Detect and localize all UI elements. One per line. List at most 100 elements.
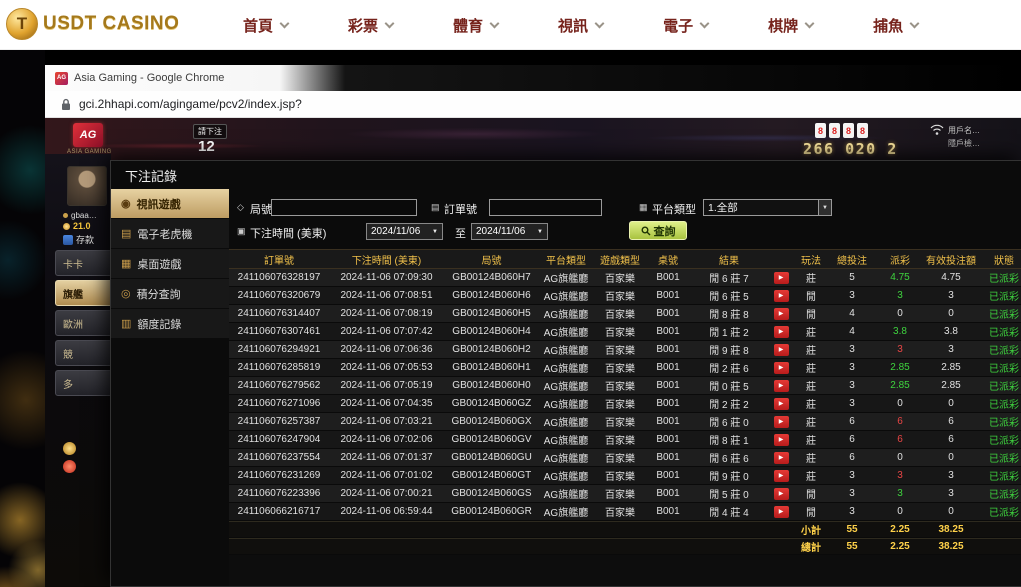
date-to-picker[interactable]: 2024/11/06 ▼	[471, 223, 548, 240]
cell-bet: 6	[829, 449, 875, 466]
cell-payout: 3.8	[875, 323, 925, 340]
browser-addressbar[interactable]: gci.2hhapi.com/agingame/pcv2/index.jsp?	[45, 91, 1021, 118]
table-row: 2411060762949212024-11-06 07:06:36GB0012…	[229, 341, 1021, 359]
cell-order: 241106076223396	[229, 485, 329, 502]
nav-item[interactable]: 電子	[663, 15, 708, 36]
cell-round: GB00124B060H1	[444, 359, 539, 376]
cell-game: 百家樂	[593, 305, 647, 322]
replay-button[interactable]: ▶	[774, 506, 789, 518]
to-label: 至	[455, 225, 466, 241]
replay-button[interactable]: ▶	[774, 416, 789, 428]
table-row: 2411060762573872024-11-06 07:03:21GB0012…	[229, 413, 1021, 431]
cell-status: 已派彩	[977, 467, 1021, 484]
nav-item[interactable]: 首頁	[243, 15, 288, 36]
lobby-menu-item[interactable]: 多	[55, 370, 113, 396]
browser-title: Asia Gaming - Google Chrome	[74, 72, 224, 84]
cell-game: 百家樂	[593, 323, 647, 340]
cell-bet: 3	[829, 377, 875, 394]
round-input[interactable]	[271, 199, 417, 216]
lobby-menu-item[interactable]: 競	[55, 340, 113, 366]
replay-button[interactable]: ▶	[774, 344, 789, 356]
deposit-label: 存款	[76, 233, 94, 246]
cell-payout: 3	[875, 485, 925, 502]
cell-bet: 3	[829, 287, 875, 304]
cell-table: B001	[647, 269, 689, 286]
replay-button[interactable]: ▶	[774, 362, 789, 374]
cell-game: 百家樂	[593, 341, 647, 358]
nav-item[interactable]: 視訊	[558, 15, 603, 36]
cell-result: 閒 8 莊 8	[689, 305, 769, 322]
cell-status: 已派彩	[977, 359, 1021, 376]
header-order: 訂單號	[229, 250, 329, 268]
lobby-menu-item[interactable]: 旗艦	[55, 280, 113, 306]
nav-item[interactable]: 彩票	[348, 15, 393, 36]
replay-button[interactable]: ▶	[774, 434, 789, 446]
round-label: 局號	[250, 201, 272, 217]
replay-button[interactable]: ▶	[774, 488, 789, 500]
cell-status: 已派彩	[977, 485, 1021, 502]
cell-time: 2024-11-06 07:08:19	[329, 305, 444, 322]
round-icon: ◇	[237, 202, 244, 213]
cell-round: GB00124B060H4	[444, 323, 539, 340]
nav-item-label: 彩票	[348, 15, 378, 36]
nav-item[interactable]: 棋牌	[768, 15, 813, 36]
total-time	[329, 539, 444, 554]
bet-prompt-label: 請下注	[193, 124, 227, 139]
nav-item[interactable]: 捕魚	[873, 15, 918, 36]
replay-button[interactable]: ▶	[774, 398, 789, 410]
total-payout: 2.25	[875, 539, 925, 554]
chevron-down-icon	[910, 18, 920, 28]
deposit-button[interactable]: 存款	[63, 233, 94, 246]
cell-play: ▶	[769, 431, 793, 448]
cell-time: 2024-11-06 07:01:37	[329, 449, 444, 466]
cell-round: GB00124B060GT	[444, 467, 539, 484]
replay-button[interactable]: ▶	[774, 326, 789, 338]
table-row: 2411060763074612024-11-06 07:07:42GB0012…	[229, 323, 1021, 341]
chevron-down-icon	[700, 18, 710, 28]
lobby-menu-item[interactable]: 卡卡	[55, 250, 113, 276]
cell-valid: 0	[925, 305, 977, 322]
cell-side: 閒	[793, 503, 829, 520]
lobby-menu-item[interactable]: 歐洲	[55, 310, 113, 336]
cell-valid: 3	[925, 341, 977, 358]
platform-select[interactable]: 1.全部 ▼	[703, 199, 832, 216]
replay-button[interactable]: ▶	[774, 380, 789, 392]
replay-button[interactable]: ▶	[774, 470, 789, 482]
bet-time-icon: ▣	[237, 226, 246, 237]
cell-result: 閒 6 莊 0	[689, 413, 769, 430]
replay-button[interactable]: ▶	[774, 308, 789, 320]
cell-side: 莊	[793, 467, 829, 484]
replay-button[interactable]: ▶	[774, 272, 789, 284]
replay-button[interactable]: ▶	[774, 290, 789, 302]
panel-icon[interactable]	[63, 460, 76, 473]
panel-icon[interactable]	[63, 442, 76, 455]
header-play	[769, 250, 793, 268]
chevron-down-icon	[490, 18, 500, 28]
replay-button[interactable]: ▶	[774, 452, 789, 464]
site-logo[interactable]: T USDT CASINO	[6, 8, 179, 40]
avatar[interactable]	[67, 166, 107, 206]
search-button[interactable]: 查詢	[629, 221, 687, 240]
cell-game: 百家樂	[593, 359, 647, 376]
browser-titlebar[interactable]: AG Asia Gaming - Google Chrome	[45, 65, 1021, 91]
cell-platform: AG旗艦廳	[539, 467, 593, 484]
cell-order: 241106076314407	[229, 305, 329, 322]
cell-result: 閒 0 莊 5	[689, 377, 769, 394]
cell-platform: AG旗艦廳	[539, 449, 593, 466]
total-row: 總計552.2538.25	[229, 538, 1021, 555]
cell-side: 莊	[793, 431, 829, 448]
header-side: 玩法	[793, 250, 829, 268]
order-icon: ▤	[431, 202, 440, 213]
header-result: 結果	[689, 250, 769, 268]
cell-payout: 6	[875, 413, 925, 430]
date-from-picker[interactable]: 2024/11/06 ▼	[366, 223, 443, 240]
records-table: 訂單號下注時間 (美東)局號平台類型遊戲類型桌號結果玩法總投注派彩有效投注額狀態…	[229, 249, 1021, 586]
cell-valid: 6	[925, 413, 977, 430]
cell-platform: AG旗艦廳	[539, 503, 593, 520]
cell-round: GB00124B060H5	[444, 305, 539, 322]
nav-item[interactable]: 體育	[453, 15, 498, 36]
order-input[interactable]	[489, 199, 602, 216]
subtotal-time	[329, 522, 444, 537]
cell-time: 2024-11-06 07:04:35	[329, 395, 444, 412]
cell-bet: 3	[829, 359, 875, 376]
